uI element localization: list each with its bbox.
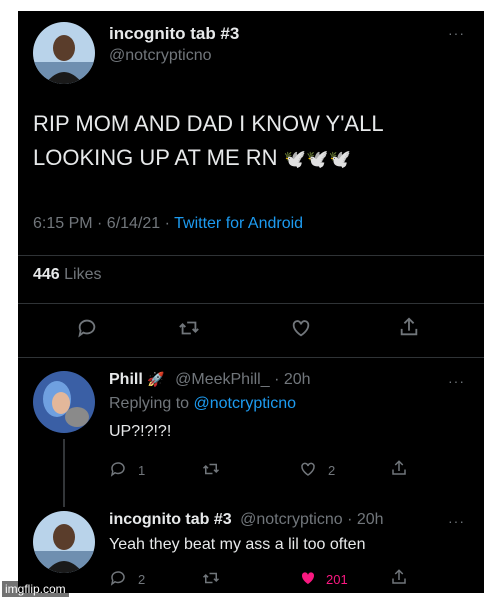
reply-icon[interactable] (76, 317, 98, 344)
tweet-text-line-2-text: LOOKING UP AT ME RN (33, 145, 278, 170)
handle[interactable]: @notcrypticno (109, 47, 212, 65)
avatar[interactable] (33, 22, 95, 84)
display-name[interactable]: incognito tab #3 (109, 511, 232, 528)
like-icon[interactable] (289, 317, 313, 344)
replying-handle[interactable]: @notcrypticno (194, 395, 297, 412)
tweet-thread-screenshot: incognito tab #3 @notcrypticno ··· RIP M… (18, 11, 484, 593)
reply-icon[interactable] (109, 569, 127, 592)
avatar[interactable] (33, 511, 95, 573)
reply-text: UP?!?!?! (109, 423, 172, 440)
retweet-icon[interactable] (201, 460, 221, 483)
display-name[interactable]: Phill (109, 371, 143, 388)
reply-icon[interactable] (109, 460, 127, 483)
tweet-source[interactable]: Twitter for Android (174, 215, 303, 232)
like-icon-filled[interactable] (298, 569, 318, 592)
tweet-text-line-1: RIP MOM AND DAD I KNOW Y'ALL (33, 111, 384, 136)
like-icon[interactable] (298, 460, 318, 483)
rocket-emoji: 🚀 (147, 371, 165, 387)
reply-count: 1 (138, 463, 146, 478)
more-options-icon[interactable]: ··· (448, 373, 465, 389)
tweet-meta: 6:15 PM · 6/14/21 · Twitter for Android (33, 215, 303, 233)
tweet-text-line-2: LOOKING UP AT ME RN 🕊️🕊️🕊️ (33, 141, 384, 176)
thread-line (63, 439, 65, 507)
share-icon[interactable] (398, 316, 420, 343)
retweet-icon[interactable] (177, 317, 201, 344)
dove-emoji: 🕊️🕊️🕊️ (283, 149, 351, 169)
share-icon[interactable] (390, 568, 408, 591)
display-name[interactable]: incognito tab #3 (109, 24, 239, 44)
divider (18, 303, 484, 304)
avatar[interactable] (33, 371, 95, 433)
divider (18, 255, 484, 256)
share-icon[interactable] (390, 459, 408, 482)
likes-count: 446 (33, 266, 60, 283)
more-options-icon[interactable]: ··· (448, 513, 465, 529)
reply-header: incognito tab #3 @notcrypticno · 20h (109, 511, 384, 529)
reply-text: Yeah they beat my ass a lil too often (109, 536, 366, 553)
reply-header: Phill 🚀 @MeekPhill_ · 20h (109, 371, 311, 389)
likes-stat[interactable]: 446 Likes (33, 266, 102, 284)
handle-time[interactable]: @notcrypticno · 20h (240, 511, 383, 528)
like-count: 2 (328, 463, 336, 478)
divider (18, 357, 484, 358)
likes-label: Likes (64, 266, 102, 283)
handle-time[interactable]: @MeekPhill_ · 20h (175, 371, 310, 388)
tweet-text: RIP MOM AND DAD I KNOW Y'ALL LOOKING UP … (33, 107, 384, 176)
like-count: 201 (326, 572, 348, 587)
more-options-icon[interactable]: ··· (448, 25, 465, 41)
tweet-timestamp[interactable]: 6:15 PM · 6/14/21 · (33, 215, 174, 232)
retweet-icon[interactable] (201, 569, 221, 592)
replying-to: Replying to @notcrypticno (109, 395, 296, 413)
reply-count: 2 (138, 572, 146, 587)
watermark: imgflip.com (2, 581, 69, 597)
replying-prefix: Replying to (109, 395, 194, 412)
